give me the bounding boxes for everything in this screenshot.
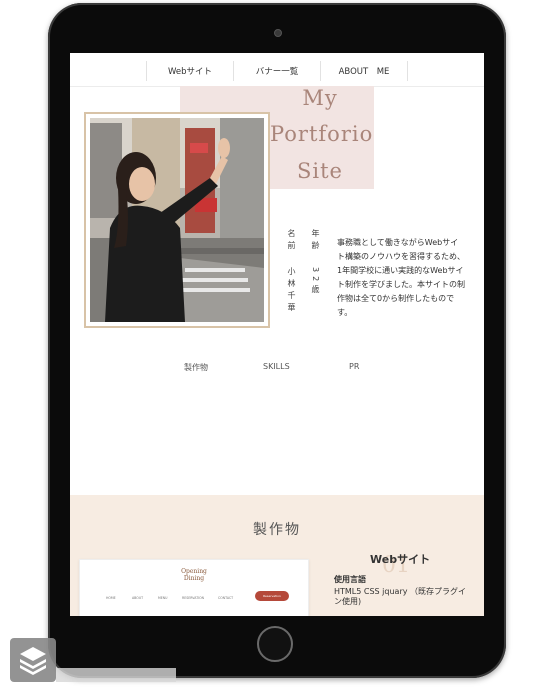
- age-value: 32歳: [311, 267, 320, 298]
- card-nav-reservation: RESERVATION: [182, 596, 204, 600]
- age-label: 年齢: [311, 229, 320, 253]
- profile-photo-frame: [84, 112, 270, 328]
- card-logo-line-2: Dining: [183, 575, 205, 582]
- tab-skills[interactable]: SKILLS: [263, 362, 290, 371]
- site-title-line-2: Portforio: [270, 122, 374, 146]
- card-nav-about: ABOUT: [132, 596, 144, 600]
- card-cta-button: Reservation: [255, 591, 289, 601]
- card-nav-contact: CONTACT: [218, 596, 234, 600]
- language-value: HTML5 CSS jquary （既存プラグイン使用): [334, 587, 467, 606]
- home-button[interactable]: [257, 626, 293, 662]
- works-section: 製作物 Opening Dining HOME ABOUT MENU RESER…: [70, 495, 484, 616]
- card-logo: Opening Dining: [172, 568, 216, 582]
- camera-icon: [274, 29, 282, 37]
- nav-item-about[interactable]: ABOUT ME: [321, 62, 407, 82]
- screen: Webサイト バナー一覧 ABOUT ME My Portforio Site: [70, 53, 484, 616]
- name-label: 名前: [287, 229, 296, 253]
- work-thumbnail[interactable]: Opening Dining HOME ABOUT MENU RESERVATI…: [79, 559, 309, 616]
- works-section-title: 製作物: [253, 522, 301, 538]
- name-value: 小林千華: [287, 267, 296, 315]
- profile-bio: 事務職として働きながらWebサイト構築のノウハウを習得するため、1年間学校に通い…: [337, 238, 465, 317]
- profile-photo: [90, 118, 264, 322]
- nav-item-banners[interactable]: バナー一覧: [234, 62, 320, 82]
- language-label: 使用言語: [334, 575, 366, 584]
- layers-strip: [56, 668, 176, 682]
- tab-pr[interactable]: PR: [349, 362, 359, 371]
- tab-works[interactable]: 製作物: [184, 362, 208, 373]
- work-name: Webサイト: [370, 553, 431, 566]
- nav-divider: [407, 61, 408, 81]
- layers-icon: [20, 647, 46, 675]
- tablet-frame: Webサイト バナー一覧 ABOUT ME My Portforio Site: [48, 3, 506, 678]
- top-nav: Webサイト バナー一覧 ABOUT ME: [70, 53, 484, 87]
- layers-button[interactable]: [10, 638, 56, 682]
- nav-item-website[interactable]: Webサイト: [147, 62, 233, 82]
- site-title-line-1: My: [302, 86, 338, 110]
- card-nav-home: HOME: [106, 596, 116, 600]
- card-logo-line-1: Opening: [181, 568, 207, 575]
- site-title-line-3: Site: [297, 159, 343, 183]
- card-nav-menu: MENU: [158, 596, 168, 600]
